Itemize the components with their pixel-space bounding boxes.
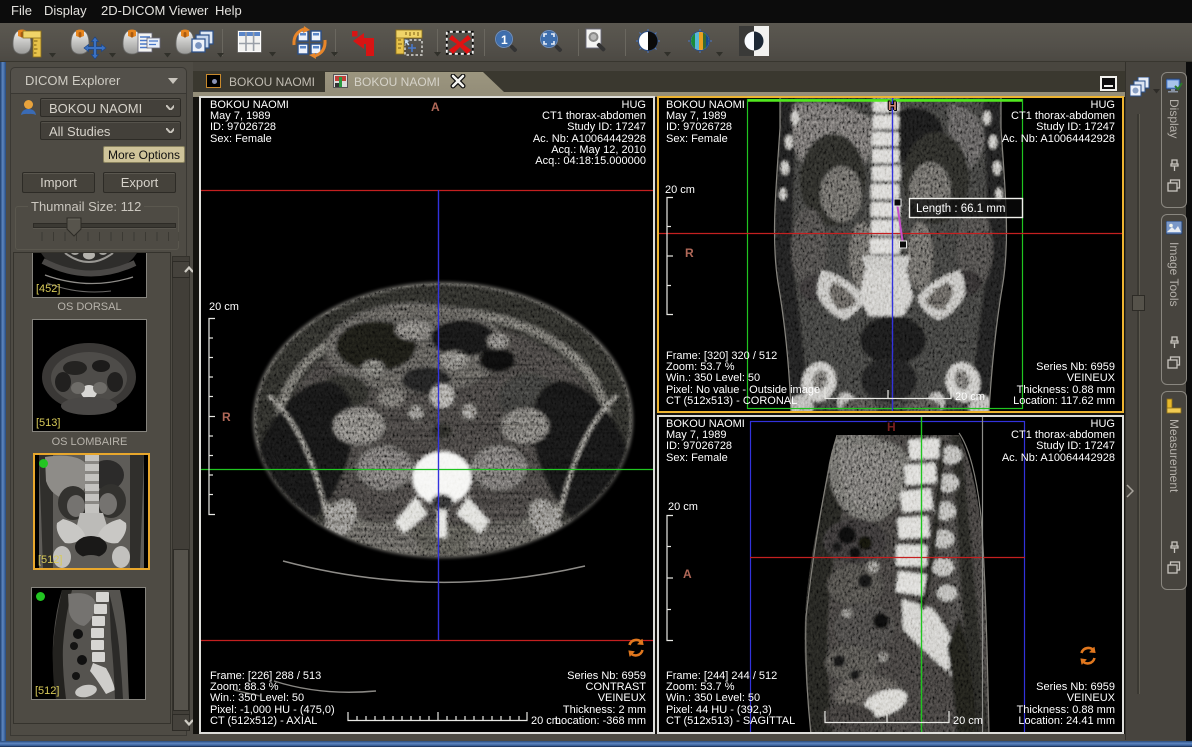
svg-text:20 cm: 20 cm bbox=[955, 391, 985, 403]
svg-text:20 cm: 20 cm bbox=[209, 301, 239, 313]
svg-text:Length : 66.1 mm: Length : 66.1 mm bbox=[916, 203, 1006, 215]
svg-text:20 cm: 20 cm bbox=[668, 501, 698, 513]
svg-text:1: 1 bbox=[501, 33, 508, 47]
svg-text:20 cm: 20 cm bbox=[953, 715, 983, 727]
svg-text:20 cm: 20 cm bbox=[665, 184, 695, 196]
